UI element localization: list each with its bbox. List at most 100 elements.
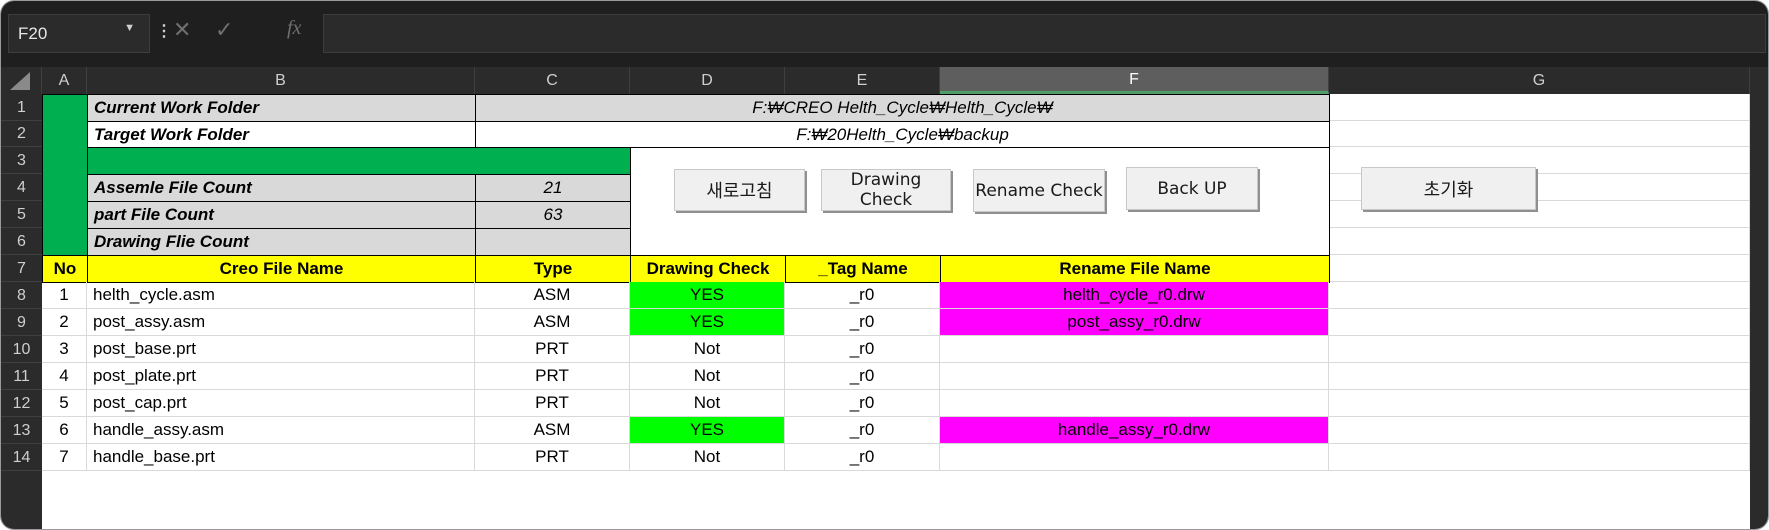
table-row-type[interactable]: PRT <box>475 363 630 390</box>
table-row-type[interactable]: PRT <box>475 390 630 417</box>
row-header-9[interactable]: 9 <box>1 309 42 336</box>
table-row-file-name[interactable]: handle_base.prt <box>87 444 475 471</box>
table-row-tag[interactable]: _r0 <box>785 417 940 444</box>
header-no[interactable]: No <box>42 255 88 283</box>
cell-g1[interactable] <box>1329 94 1750 121</box>
table-row-rename[interactable] <box>940 444 1329 471</box>
row-header-3[interactable]: 3 <box>1 147 42 174</box>
assemble-count-label[interactable]: Assemle File Count <box>87 174 476 202</box>
reset-button[interactable]: 초기화 <box>1361 167 1536 210</box>
row-header-1[interactable]: 1 <box>1 94 42 121</box>
green-banner-b3-c3[interactable] <box>87 147 631 175</box>
table-row-rename[interactable] <box>940 363 1329 390</box>
table-row-no[interactable]: 1 <box>42 282 87 309</box>
table-row-no[interactable]: 4 <box>42 363 87 390</box>
cell-g9[interactable] <box>1329 309 1750 336</box>
table-row-type[interactable]: ASM <box>475 417 630 444</box>
table-row-type[interactable]: ASM <box>475 309 630 336</box>
row-header-2[interactable]: 2 <box>1 121 42 147</box>
drawing-check-button[interactable]: Drawing Check <box>821 169 951 211</box>
chevron-down-icon[interactable]: ▼ <box>124 22 135 34</box>
row-header-12[interactable]: 12 <box>1 390 42 417</box>
column-header-f[interactable]: F <box>940 67 1329 94</box>
cell-g8[interactable] <box>1329 282 1750 309</box>
table-row-no[interactable]: 5 <box>42 390 87 417</box>
table-row-file-name[interactable]: handle_assy.asm <box>87 417 475 444</box>
row-header-6[interactable]: 6 <box>1 228 42 255</box>
part-count-label[interactable]: part File Count <box>87 201 476 229</box>
column-header-e[interactable]: E <box>785 67 940 94</box>
current-folder-value[interactable]: F:₩CREO Helth_Cycle₩Helth_Cycle₩ <box>475 94 1330 122</box>
cell-g6[interactable] <box>1329 228 1750 255</box>
cell-g14[interactable] <box>1329 444 1750 471</box>
target-folder-label[interactable]: Target Work Folder <box>87 121 476 148</box>
select-all-corner[interactable] <box>1 67 42 94</box>
table-row-rename[interactable]: handle_assy_r0.drw <box>940 417 1329 444</box>
table-row-no[interactable]: 2 <box>42 309 87 336</box>
header-rename-file[interactable]: Rename File Name <box>940 255 1330 283</box>
table-row-tag[interactable]: _r0 <box>785 282 940 309</box>
table-row-drawing-check[interactable]: Not <box>630 444 785 471</box>
row-header-14[interactable]: 14 <box>1 444 42 471</box>
refresh-button[interactable]: 새로고침 <box>674 169 805 211</box>
row-header-11[interactable]: 11 <box>1 363 42 390</box>
column-header-b[interactable]: B <box>87 67 475 94</box>
row-header-4[interactable]: 4 <box>1 174 42 201</box>
table-row-rename[interactable]: post_assy_r0.drw <box>940 309 1329 336</box>
table-row-tag[interactable]: _r0 <box>785 363 940 390</box>
enter-icon[interactable]: ✓ <box>215 17 233 43</box>
column-header-d[interactable]: D <box>630 67 785 94</box>
assemble-count-value[interactable]: 21 <box>475 174 631 202</box>
header-drawing-check[interactable]: Drawing Check <box>630 255 786 283</box>
table-row-drawing-check[interactable]: Not <box>630 363 785 390</box>
table-row-file-name[interactable]: post_cap.prt <box>87 390 475 417</box>
green-bar-a1-a6[interactable] <box>42 94 88 256</box>
header-tag-name[interactable]: _Tag Name <box>785 255 941 283</box>
cell-g7[interactable] <box>1329 255 1750 282</box>
backup-button[interactable]: Back UP <box>1126 167 1258 210</box>
table-row-no[interactable]: 3 <box>42 336 87 363</box>
table-row-tag[interactable]: _r0 <box>785 444 940 471</box>
table-row-drawing-check[interactable]: Not <box>630 390 785 417</box>
table-row-type[interactable]: PRT <box>475 336 630 363</box>
vertical-scrollbar[interactable] <box>1750 67 1768 529</box>
row-header-5[interactable]: 5 <box>1 201 42 228</box>
table-row-drawing-check[interactable]: Not <box>630 336 785 363</box>
row-header-10[interactable]: 10 <box>1 336 42 363</box>
row-header-13[interactable]: 13 <box>1 417 42 444</box>
row-header-7[interactable]: 7 <box>1 255 42 282</box>
table-row-drawing-check[interactable]: YES <box>630 417 785 444</box>
table-row-type[interactable]: PRT <box>475 444 630 471</box>
table-row-file-name[interactable]: post_plate.prt <box>87 363 475 390</box>
cell-g13[interactable] <box>1329 417 1750 444</box>
header-file-name[interactable]: Creo File Name <box>87 255 476 283</box>
table-row-tag[interactable]: _r0 <box>785 390 940 417</box>
column-header-g[interactable]: G <box>1329 67 1750 94</box>
table-row-file-name[interactable]: helth_cycle.asm <box>87 282 475 309</box>
cell-g11[interactable] <box>1329 363 1750 390</box>
table-row-file-name[interactable]: post_assy.asm <box>87 309 475 336</box>
table-row-tag[interactable]: _r0 <box>785 309 940 336</box>
drawing-count-label[interactable]: Drawing Flie Count <box>87 228 476 256</box>
table-row-no[interactable]: 6 <box>42 417 87 444</box>
rename-check-button[interactable]: Rename Check <box>973 169 1105 212</box>
column-header-a[interactable]: A <box>42 67 87 94</box>
table-row-tag[interactable]: _r0 <box>785 336 940 363</box>
current-folder-label[interactable]: Current Work Folder <box>87 94 476 122</box>
insert-function-icon[interactable]: fx <box>287 17 301 40</box>
part-count-value[interactable]: 63 <box>475 201 631 229</box>
table-row-drawing-check[interactable]: YES <box>630 282 785 309</box>
target-folder-value[interactable]: F:₩20Helth_Cycle₩backup <box>475 121 1330 148</box>
name-box[interactable]: F20 ▼ <box>8 14 150 53</box>
table-row-type[interactable]: ASM <box>475 282 630 309</box>
row-header-8[interactable]: 8 <box>1 282 42 309</box>
column-header-c[interactable]: C <box>475 67 630 94</box>
cell-g12[interactable] <box>1329 390 1750 417</box>
header-type[interactable]: Type <box>475 255 631 283</box>
table-row-rename[interactable]: helth_cycle_r0.drw <box>940 282 1329 309</box>
table-row-rename[interactable] <box>940 336 1329 363</box>
more-options-icon[interactable]: ⋮ <box>156 21 172 41</box>
cancel-icon[interactable]: ✕ <box>173 17 191 43</box>
table-row-no[interactable]: 7 <box>42 444 87 471</box>
table-row-drawing-check[interactable]: YES <box>630 309 785 336</box>
